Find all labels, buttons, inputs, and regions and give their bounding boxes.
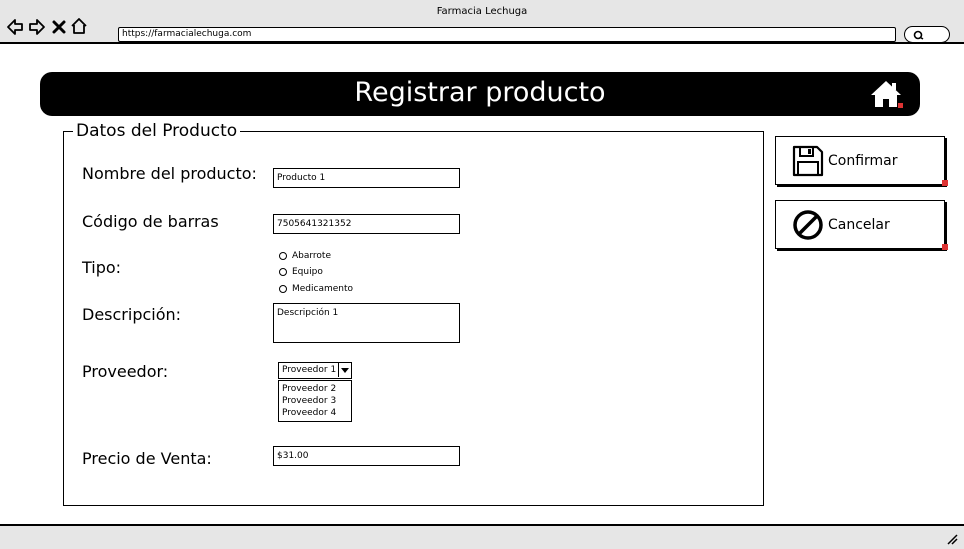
proveedor-selected: Proveedor 1 (282, 365, 337, 375)
header-bar: Registrar producto (40, 72, 920, 116)
forward-icon[interactable] (28, 17, 46, 37)
radio-abarrote[interactable]: Abarrote (279, 250, 331, 262)
radio-equipo[interactable]: Equipo (279, 266, 323, 278)
search-button[interactable] (904, 26, 950, 43)
radio-circle[interactable] (279, 285, 287, 293)
page-content: Registrar producto Datos del Producto No… (0, 46, 964, 524)
descripcion-label: Descripción: (82, 305, 182, 324)
search-icon (913, 30, 924, 40)
status-bar (0, 524, 964, 549)
close-icon[interactable] (50, 17, 68, 37)
dropdown-option[interactable]: Proveedor 4 (282, 407, 348, 419)
browser-toolbar: Farmacia Lechuga https://farmacialechuga… (0, 0, 964, 44)
nombre-input[interactable]: Producto 1 (273, 168, 460, 188)
nombre-label: Nombre del producto: (82, 164, 257, 183)
page-title: Registrar producto (354, 77, 606, 108)
radio-label: Equipo (292, 267, 323, 277)
corner-mark (942, 244, 948, 250)
proveedor-dropdown: Proveedor 2 Proveedor 3 Proveedor 4 (278, 380, 352, 422)
corner-mark (942, 180, 948, 186)
home-nav-icon[interactable] (70, 16, 88, 36)
codigo-input[interactable]: 7505641321352 (273, 214, 460, 234)
back-icon[interactable] (6, 17, 24, 37)
chevron-down-icon[interactable] (338, 363, 351, 377)
confirm-button[interactable]: Confirmar (775, 136, 948, 186)
cancel-label: Cancelar (828, 216, 890, 233)
proveedor-select[interactable]: Proveedor 1 (278, 362, 352, 379)
confirm-label: Confirmar (828, 152, 898, 169)
cancel-button[interactable]: Cancelar (775, 200, 948, 250)
tipo-label: Tipo: (82, 258, 122, 277)
fieldset-legend: Datos del Producto (73, 120, 241, 142)
radio-label: Medicamento (292, 284, 354, 294)
window-title: Farmacia Lechuga (436, 6, 528, 17)
dropdown-option[interactable]: Proveedor 2 (282, 383, 348, 395)
precio-label: Precio de Venta: (82, 449, 212, 468)
radio-circle[interactable] (279, 252, 287, 260)
proveedor-label: Proveedor: (82, 362, 169, 381)
cancel-icon (793, 209, 823, 240)
dropdown-option[interactable]: Proveedor 3 (282, 395, 348, 407)
precio-input[interactable]: $31.00 (273, 446, 460, 466)
home-icon[interactable] (868, 78, 904, 110)
url-input[interactable]: https://farmacialechuga.com (118, 27, 896, 42)
resize-grip-icon[interactable] (946, 533, 958, 545)
radio-circle[interactable] (279, 268, 287, 276)
radio-medicamento[interactable]: Medicamento (279, 283, 353, 295)
save-icon (792, 145, 824, 176)
codigo-label: Código de barras (82, 212, 219, 231)
descripcion-textarea[interactable]: Descripción 1 (273, 303, 460, 343)
radio-label: Abarrote (292, 251, 332, 261)
